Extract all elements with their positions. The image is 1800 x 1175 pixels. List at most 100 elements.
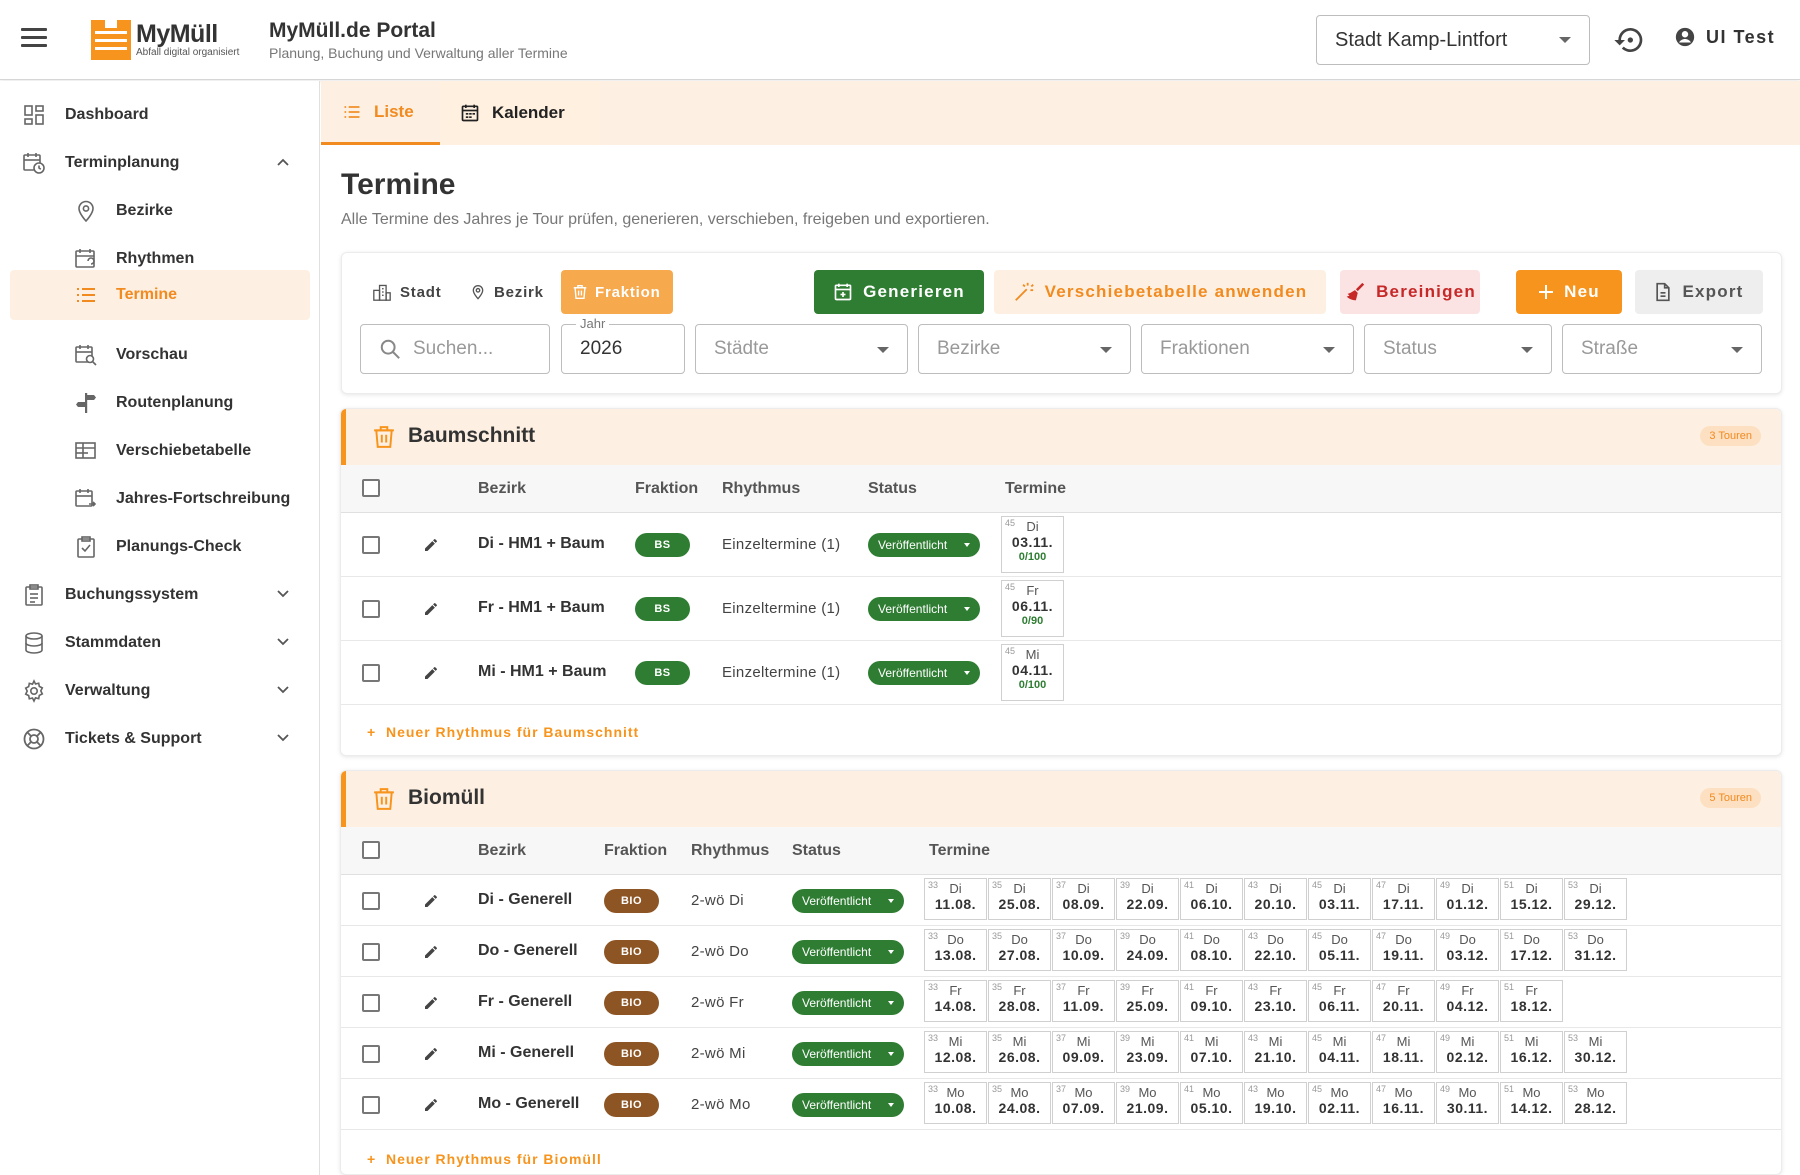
select-all-checkbox[interactable] <box>362 841 380 859</box>
sidebar-item-verwaltung[interactable]: Verwaltung <box>10 666 310 716</box>
date-chip[interactable]: 39 Mi 23.09. <box>1116 1031 1179 1073</box>
date-chip[interactable]: 53 Do 31.12. <box>1564 929 1627 971</box>
date-chip[interactable]: 35 Di 25.08. <box>988 878 1051 920</box>
date-chip[interactable]: 37 Do 10.09. <box>1052 929 1115 971</box>
date-chip[interactable]: 51 Do 17.12. <box>1500 929 1563 971</box>
date-chip[interactable]: 45 Fr 06.11. <box>1308 980 1371 1022</box>
date-chip[interactable]: 41 Mo 05.10. <box>1180 1082 1243 1124</box>
status-dropdown[interactable]: Veröffentlicht <box>792 1042 904 1066</box>
date-chip[interactable]: 37 Mo 07.09. <box>1052 1082 1115 1124</box>
user-menu[interactable]: UI Test <box>1674 26 1775 48</box>
sidebar-item-terminplanung[interactable]: Terminplanung <box>10 138 310 188</box>
date-chip[interactable]: 43 Fr 23.10. <box>1244 980 1307 1022</box>
select-all-checkbox[interactable] <box>362 479 380 497</box>
row-checkbox[interactable] <box>362 943 380 961</box>
date-chip[interactable]: 43 Mo 19.10. <box>1244 1082 1307 1124</box>
date-chip[interactable]: 43 Mi 21.10. <box>1244 1031 1307 1073</box>
date-chip[interactable]: 45 Di 03.11. 0/100 <box>1001 516 1064 573</box>
status-dropdown[interactable]: Veröffentlicht <box>792 940 904 964</box>
menu-icon[interactable] <box>21 28 47 50</box>
date-chip[interactable]: 43 Di 20.10. <box>1244 878 1307 920</box>
date-chip[interactable]: 47 Mi 18.11. <box>1372 1031 1435 1073</box>
sidebar-item-stammdaten[interactable]: Stammdaten <box>10 618 310 668</box>
sidebar-item-routenplanung[interactable]: Routenplanung <box>10 378 310 428</box>
tab-liste[interactable]: Liste <box>321 81 440 145</box>
edit-pencil-icon[interactable] <box>423 1046 439 1062</box>
row-checkbox[interactable] <box>362 536 380 554</box>
row-checkbox[interactable] <box>362 1045 380 1063</box>
row-checkbox[interactable] <box>362 1096 380 1114</box>
date-chip[interactable]: 45 Fr 06.11. 0/90 <box>1001 580 1064 637</box>
status-dropdown[interactable]: Veröffentlicht <box>792 1093 904 1117</box>
date-chip[interactable]: 35 Do 27.08. <box>988 929 1051 971</box>
date-chip[interactable]: 47 Do 19.11. <box>1372 929 1435 971</box>
group-by-fraktion[interactable]: Fraktion <box>561 270 673 314</box>
date-chip[interactable]: 37 Mi 09.09. <box>1052 1031 1115 1073</box>
sidebar-item-jahres-fortschreibung[interactable]: Jahres-Fortschreibung <box>10 474 310 524</box>
edit-pencil-icon[interactable] <box>423 601 439 617</box>
status-dropdown[interactable]: Veröffentlicht <box>868 661 980 685</box>
sidebar-item-verschiebetabelle[interactable]: Verschiebetabelle <box>10 426 310 476</box>
date-chip[interactable]: 45 Di 03.11. <box>1308 878 1371 920</box>
date-chip[interactable]: 33 Do 13.08. <box>924 929 987 971</box>
new-rhythm-link[interactable]: + Neuer Rhythmus für Baumschnitt <box>367 724 639 740</box>
city-select[interactable]: Stadt Kamp-Lintfort <box>1316 15 1590 65</box>
apply-shift-table-button[interactable]: Verschiebetabelle anwenden <box>994 270 1326 314</box>
date-chip[interactable]: 47 Mo 16.11. <box>1372 1082 1435 1124</box>
edit-pencil-icon[interactable] <box>423 944 439 960</box>
generate-button[interactable]: Generieren <box>814 270 984 314</box>
status-dropdown[interactable]: Veröffentlicht <box>792 991 904 1015</box>
row-checkbox[interactable] <box>362 994 380 1012</box>
districts-select[interactable]: Bezirke <box>918 324 1131 374</box>
date-chip[interactable]: 33 Mo 10.08. <box>924 1082 987 1124</box>
edit-pencil-icon[interactable] <box>423 1097 439 1113</box>
date-chip[interactable]: 51 Mo 14.12. <box>1500 1082 1563 1124</box>
date-chip[interactable]: 45 Mi 04.11. 0/100 <box>1001 644 1064 701</box>
row-checkbox[interactable] <box>362 892 380 910</box>
history-icon[interactable] <box>1613 24 1645 56</box>
group-by-bezirk[interactable]: Bezirk <box>458 270 556 314</box>
date-chip[interactable]: 43 Do 22.10. <box>1244 929 1307 971</box>
new-rhythm-link[interactable]: + Neuer Rhythmus für Biomüll <box>367 1151 602 1167</box>
date-chip[interactable]: 49 Mi 02.12. <box>1436 1031 1499 1073</box>
date-chip[interactable]: 41 Do 08.10. <box>1180 929 1243 971</box>
date-chip[interactable]: 41 Di 06.10. <box>1180 878 1243 920</box>
edit-pencil-icon[interactable] <box>423 537 439 553</box>
fractions-select[interactable]: Fraktionen <box>1141 324 1354 374</box>
sidebar-item-planungs-check[interactable]: Planungs-Check <box>10 522 310 572</box>
date-chip[interactable]: 37 Fr 11.09. <box>1052 980 1115 1022</box>
date-chip[interactable]: 39 Do 24.09. <box>1116 929 1179 971</box>
tab-kalender[interactable]: Kalender <box>440 81 600 145</box>
cleanup-button[interactable]: Bereinigen <box>1340 270 1480 314</box>
date-chip[interactable]: 49 Do 03.12. <box>1436 929 1499 971</box>
date-chip[interactable]: 51 Mi 16.12. <box>1500 1031 1563 1073</box>
cities-select[interactable]: Städte <box>695 324 908 374</box>
sidebar-item-termine[interactable]: Termine <box>10 270 310 320</box>
date-chip[interactable]: 45 Mi 04.11. <box>1308 1031 1371 1073</box>
edit-pencil-icon[interactable] <box>423 893 439 909</box>
status-dropdown[interactable]: Veröffentlicht <box>868 597 980 621</box>
date-chip[interactable]: 39 Fr 25.09. <box>1116 980 1179 1022</box>
sidebar-item-bezirke[interactable]: Bezirke <box>10 186 310 236</box>
date-chip[interactable]: 41 Mi 07.10. <box>1180 1031 1243 1073</box>
sidebar-item-tickets[interactable]: Tickets & Support <box>10 714 310 764</box>
sidebar-item-buchungssystem[interactable]: Buchungssystem <box>10 570 310 620</box>
status-select[interactable]: Status <box>1364 324 1552 374</box>
search-input[interactable]: Suchen... <box>360 324 550 374</box>
date-chip[interactable]: 33 Di 11.08. <box>924 878 987 920</box>
row-checkbox[interactable] <box>362 600 380 618</box>
date-chip[interactable]: 35 Fr 28.08. <box>988 980 1051 1022</box>
date-chip[interactable]: 35 Mo 24.08. <box>988 1082 1051 1124</box>
group-by-stadt[interactable]: Stadt <box>360 270 454 314</box>
date-chip[interactable]: 49 Mo 30.11. <box>1436 1082 1499 1124</box>
date-chip[interactable]: 45 Do 05.11. <box>1308 929 1371 971</box>
date-chip[interactable]: 51 Fr 18.12. <box>1500 980 1563 1022</box>
row-checkbox[interactable] <box>362 664 380 682</box>
date-chip[interactable]: 41 Fr 09.10. <box>1180 980 1243 1022</box>
sidebar-item-dashboard[interactable]: Dashboard <box>10 90 310 140</box>
year-field[interactable]: Jahr 2026 <box>561 316 685 374</box>
street-select[interactable]: Straße <box>1562 324 1762 374</box>
new-button[interactable]: Neu <box>1516 270 1622 314</box>
export-button[interactable]: Export <box>1635 270 1763 314</box>
date-chip[interactable]: 53 Mo 28.12. <box>1564 1082 1627 1124</box>
